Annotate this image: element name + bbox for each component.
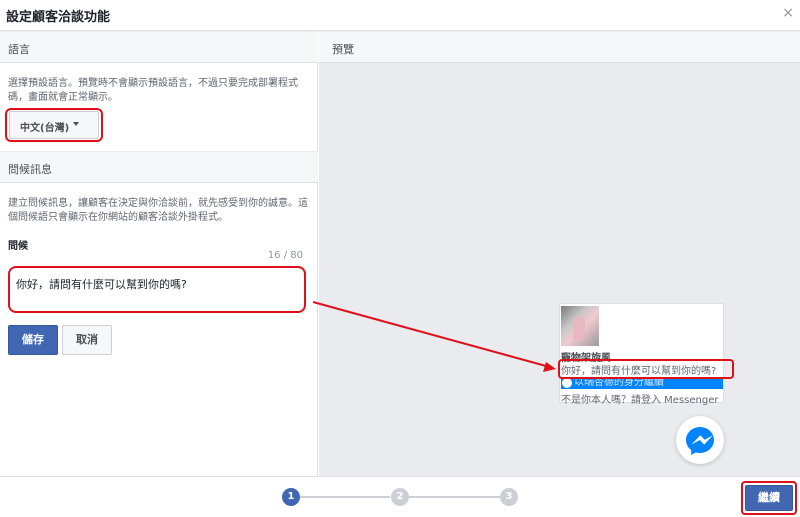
dialog-footer: 1 2 3 繼續 [0,476,800,517]
language-description: 選擇預設語言。預覽時不會顯示預設語言，不過只要完成部署程式碼，畫面就會正常顯示。 [8,78,298,103]
dialog-header: 設定顧客洽談功能 × [0,0,800,31]
messenger-small-icon [562,378,572,388]
messenger-icon[interactable] [676,416,724,464]
continue-highlight [741,481,797,515]
character-counter: 16 / 80 [267,250,303,261]
greeting-text: 你好，請問有什麼可以幫到你的嗎? [16,278,187,291]
preview-header: 預覽 [319,31,800,63]
cancel-button[interactable]: 取消 [62,325,112,355]
page-avatar [561,306,599,346]
step-3: 3 [500,488,518,506]
step-connector [408,496,500,498]
dialog-title: 設定顧客洽談功能 [6,10,111,25]
language-heading: 語言 [8,43,30,56]
save-button[interactable]: 儲存 [8,325,58,355]
greeting-heading: 問候訊息 [8,163,52,176]
greeting-textarea[interactable]: 你好，請問有什麼可以幫到你的嗎? [8,266,306,313]
preview-panel: 預覽 寵物架旋風 你好，請問有什麼可以幫到你的嗎? 以瑞杏德的身分繼續 不是你本… [319,31,800,476]
language-section-header: 語言 [0,31,318,63]
preview-heading: 預覽 [332,43,354,56]
close-icon[interactable]: × [782,5,794,21]
chat-preview-card: 寵物架旋風 你好，請問有什麼可以幫到你的嗎? 以瑞杏德的身分繼續 不是你本人嗎？… [559,303,724,406]
greeting-field-label: 問候 [8,241,28,252]
step-1: 1 [282,488,300,506]
language-highlight [5,108,103,142]
greeting-section-header: 問候訊息 [0,151,318,183]
settings-panel: 語言 選擇預設語言。預覽時不會顯示預設語言，不過只要完成部署程式碼，畫面就會正常… [0,31,318,476]
step-connector [298,496,390,498]
preview-greeting-highlight [558,359,734,379]
step-2: 2 [391,488,409,506]
greeting-description: 建立問候訊息，讓顧客在決定與你洽談前，就先感受到你的誠意。這個問候語只會顯示在你… [8,198,308,223]
not-you-link[interactable]: 不是你本人嗎？請登入 Messenger [561,391,718,406]
